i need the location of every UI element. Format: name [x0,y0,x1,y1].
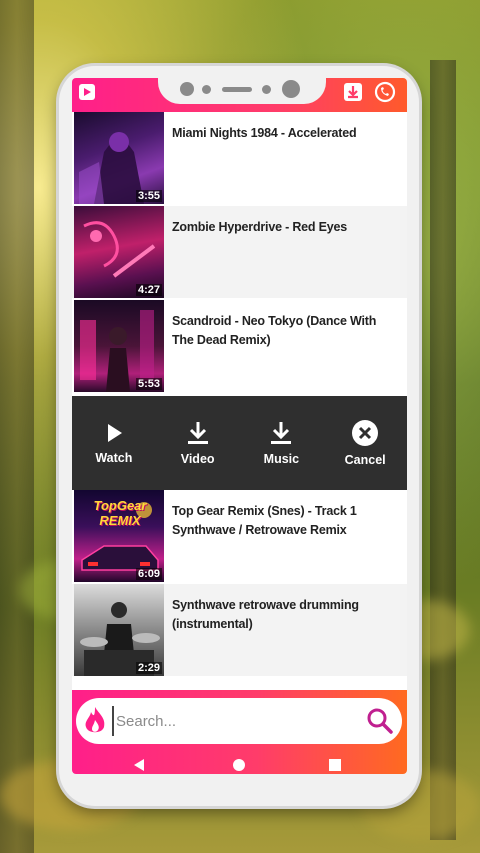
search-icon[interactable] [366,707,394,735]
video-duration: 4:27 [135,284,162,296]
search-input[interactable] [112,706,358,736]
video-label: Video [180,452,215,466]
thumbnail-caption: TopGear REMIX [93,498,147,528]
video-item[interactable]: 4:27 Zombie Hyperdrive - Red Eyes [72,206,407,298]
nav-home-icon[interactable] [232,758,246,772]
video-thumbnail[interactable]: 4:27 [74,206,164,298]
video-title: Synthwave retrowave drumming (instrument… [172,598,359,631]
play-logo-icon[interactable] [76,81,98,103]
camera-notch [158,78,326,104]
video-item[interactable]: 5:53 Scandroid - Neo Tokyo (Dance With T… [72,300,407,392]
watch-label: Watch [95,451,133,465]
cancel-label: Cancel [344,453,386,467]
play-icon [107,424,122,442]
download-icon [187,422,208,444]
video-item[interactable]: TopGear REMIX 6:09 Top Gear Remix (Snes)… [72,490,407,582]
flame-icon [85,707,105,733]
whatsapp-icon[interactable] [374,81,396,103]
video-title: Top Gear Remix (Snes) - Track 1 Synthwav… [172,504,357,537]
video-thumbnail[interactable]: TopGear REMIX 6:09 [74,490,164,582]
video-thumbnail[interactable]: 5:53 [74,300,164,392]
phone-frame: 3:55 Miami Nights 1984 - Accelerated 4:2… [59,66,419,806]
bottom-search-bar [72,690,407,774]
video-download-button[interactable]: Video [156,396,240,490]
video-title: Miami Nights 1984 - Accelerated [172,126,357,140]
watch-button[interactable]: Watch [72,396,156,490]
search-box [76,698,402,744]
music-label: Music [263,452,300,466]
video-duration: 6:09 [135,568,162,580]
video-thumbnail[interactable]: 2:29 [74,584,164,676]
download-icon[interactable] [342,81,364,103]
video-item[interactable]: 3:55 Miami Nights 1984 - Accelerated [72,112,407,204]
download-icon [271,422,292,444]
video-title: Zombie Hyperdrive - Red Eyes [172,220,348,234]
nav-back-icon[interactable] [132,758,146,772]
video-action-bar: Watch Video Music Cancel [72,396,407,490]
music-download-button[interactable]: Music [240,396,324,490]
video-thumbnail[interactable]: 3:55 [74,112,164,204]
nav-recents-icon[interactable] [328,758,342,772]
cancel-button[interactable]: Cancel [323,396,407,490]
video-item[interactable]: 2:29 Synthwave retrowave drumming (instr… [72,584,407,676]
app-screen: 3:55 Miami Nights 1984 - Accelerated 4:2… [72,78,407,774]
video-duration: 2:29 [135,662,162,674]
close-circle-icon [352,420,379,446]
video-duration: 5:53 [135,378,162,390]
video-title: Scandroid - Neo Tokyo (Dance With The De… [172,314,377,347]
video-duration: 3:55 [135,190,162,202]
